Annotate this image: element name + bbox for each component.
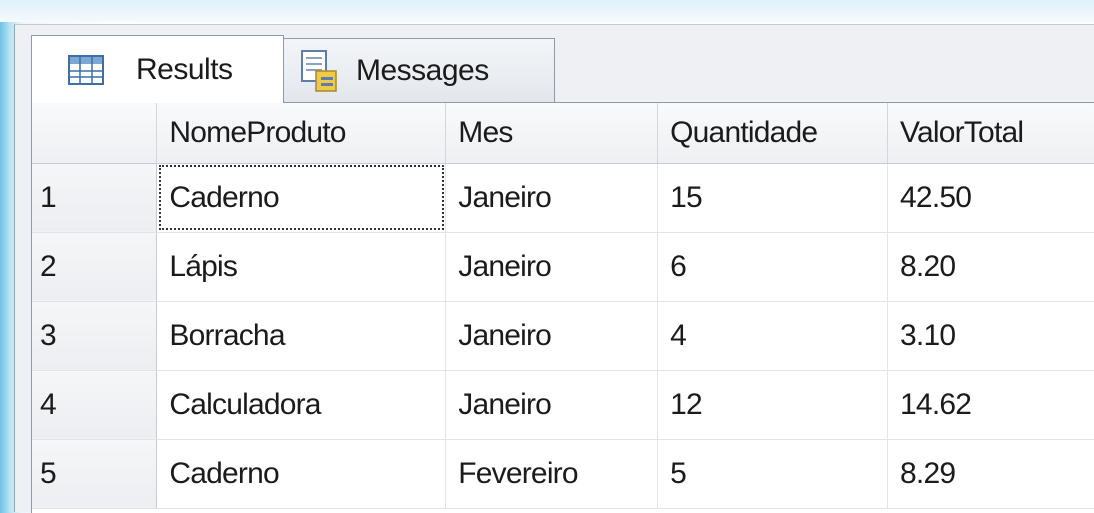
row-number[interactable]: 3 [32, 301, 158, 371]
cell-nomeproduto[interactable]: Caderno [156, 163, 447, 233]
cell-nomeproduto[interactable]: Caderno [156, 439, 447, 509]
row-number[interactable]: 5 [32, 439, 158, 509]
cell-nomeproduto[interactable]: Lápis [156, 232, 447, 302]
column-header-mes[interactable]: Mes [445, 103, 659, 164]
column-header-valortotal[interactable]: ValorTotal [887, 103, 1094, 164]
cell-valortotal[interactable]: 8.20 [887, 232, 1094, 302]
cell-quantidade[interactable]: 5 [657, 439, 889, 509]
tab-results-label: Results [136, 52, 233, 86]
cell-mes[interactable]: Janeiro [445, 370, 659, 440]
table-row: 5 Caderno Fevereiro 5 8.29 [32, 439, 1094, 509]
cell-mes[interactable]: Fevereiro [445, 439, 659, 509]
cell-quantidade[interactable]: 6 [657, 232, 889, 302]
tab-messages[interactable]: Messages [281, 38, 555, 102]
cell-valortotal[interactable]: 8.29 [887, 439, 1094, 509]
cell-nomeproduto[interactable]: Calculadora [156, 370, 447, 440]
header-row: NomeProduto Mes Quantidade ValorTotal [32, 103, 1094, 164]
cell-valortotal[interactable]: 3.10 [887, 301, 1094, 371]
column-header-nomeproduto[interactable]: NomeProduto [156, 103, 447, 164]
tab-results[interactable]: Results [31, 35, 284, 103]
row-number[interactable]: 2 [32, 232, 158, 302]
top-band [0, 0, 1094, 22]
grid-corner-header[interactable] [32, 103, 158, 164]
table-row: 1 Caderno Janeiro 15 42.50 [32, 163, 1094, 233]
table-row: 2 Lápis Janeiro 6 8.20 [32, 232, 1094, 302]
messages-icon [301, 49, 337, 92]
cell-quantidade[interactable]: 12 [657, 370, 889, 440]
table-row: 3 Borracha Janeiro 4 3.10 [32, 301, 1094, 371]
cell-mes[interactable]: Janeiro [445, 232, 659, 302]
row-number[interactable]: 4 [32, 370, 158, 440]
cell-mes[interactable]: Janeiro [445, 163, 659, 233]
results-table: NomeProduto Mes Quantidade ValorTotal 1 … [32, 103, 1094, 509]
cell-mes[interactable]: Janeiro [445, 301, 659, 371]
cell-quantidade[interactable]: 4 [657, 301, 889, 371]
cell-quantidade[interactable]: 15 [657, 163, 889, 233]
results-grid-icon [68, 54, 104, 85]
results-pane: Results Messages NomeProduto Mes Quantid… [14, 24, 1094, 513]
results-grid[interactable]: NomeProduto Mes Quantidade ValorTotal 1 … [31, 102, 1094, 513]
column-header-quantidade[interactable]: Quantidade [657, 103, 889, 164]
cell-valortotal[interactable]: 42.50 [887, 163, 1094, 233]
table-row: 4 Calculadora Janeiro 12 14.62 [32, 370, 1094, 440]
cell-valortotal[interactable]: 14.62 [887, 370, 1094, 440]
row-number[interactable]: 1 [32, 163, 158, 233]
tab-messages-label: Messages [356, 53, 489, 87]
cell-nomeproduto[interactable]: Borracha [156, 301, 447, 371]
